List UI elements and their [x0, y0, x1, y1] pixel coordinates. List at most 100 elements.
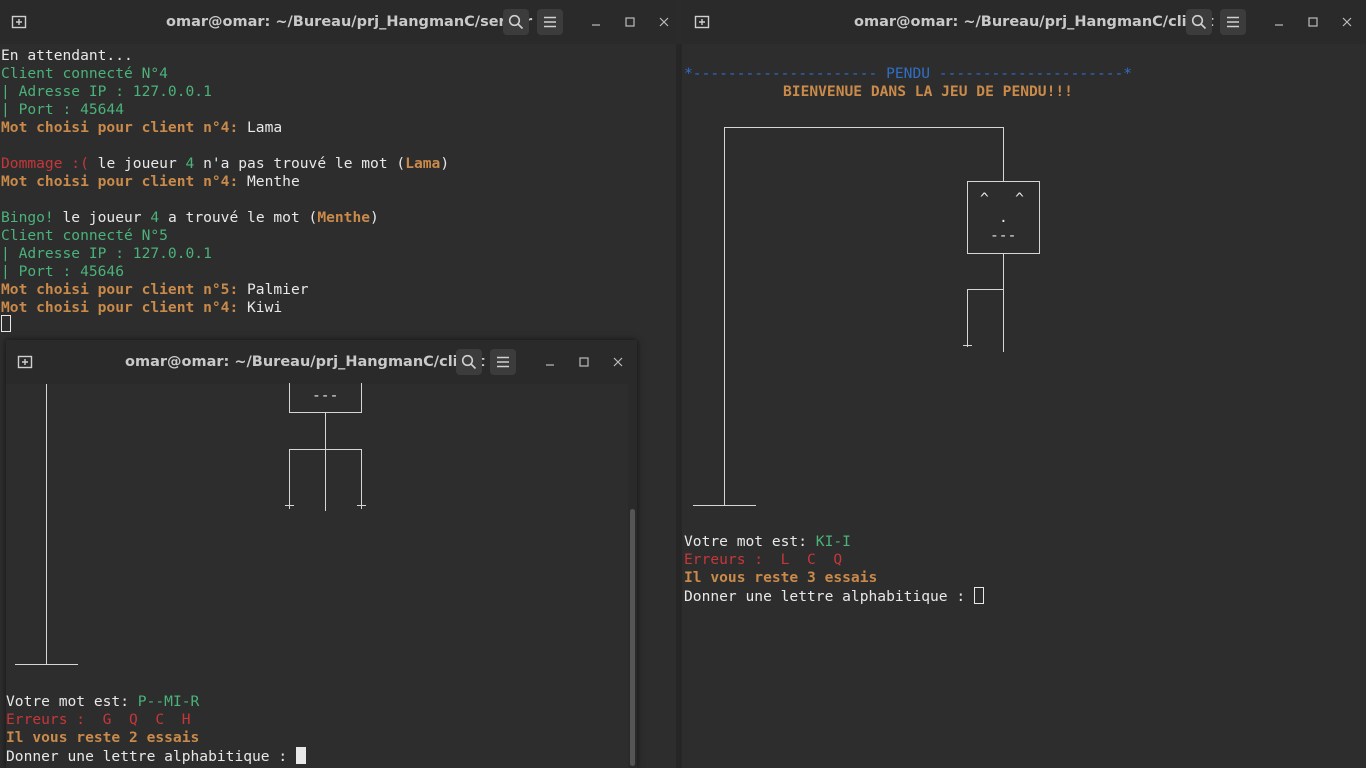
- maximize-button[interactable]: [619, 11, 641, 33]
- menu-button[interactable]: [1220, 9, 1246, 35]
- maximize-icon: [625, 17, 635, 27]
- errors-label: Erreurs :: [6, 711, 94, 728]
- minimize-icon: [592, 24, 600, 26]
- hangman-eyes: ^ ^: [980, 190, 1024, 207]
- search-button[interactable]: [503, 9, 529, 35]
- prompt-text: Donner une lettre alphabitique :: [684, 588, 974, 605]
- client-terminal-output[interactable]: --- Votre mot est: P--MI-R Erreurs : G Q…: [6, 383, 637, 768]
- close-button[interactable]: [607, 351, 629, 373]
- chosen-word-label: Mot choisi pour client n°5:: [1, 281, 239, 298]
- new-tab-button[interactable]: [12, 349, 38, 375]
- menu-button[interactable]: [490, 349, 516, 375]
- prompt-text: Donner une lettre alphabitique :: [6, 748, 296, 765]
- output-line: Mot choisi pour client n°5: Palmier: [1, 281, 309, 299]
- output-line: | Port : 45644: [1, 101, 125, 118]
- gallows-rope: [1003, 127, 1004, 181]
- gallows-pole: [46, 384, 47, 664]
- menu-icon: [1227, 16, 1239, 28]
- letter-prompt[interactable]: Donner une lettre alphabitique :: [6, 747, 306, 766]
- hangman-hand: [963, 345, 972, 346]
- success-label: Bingo!: [1, 209, 54, 226]
- client-terminal-window-right: omar@omar: ~/Bureau/prj_HangmanC/client …: [682, 0, 1366, 768]
- input-cursor: [973, 587, 984, 604]
- hangman-left-arm: [289, 449, 290, 509]
- menu-button[interactable]: [537, 9, 563, 35]
- maximize-button[interactable]: [573, 351, 595, 373]
- minimize-icon: [1275, 24, 1283, 26]
- error-letters: L C Q: [771, 551, 843, 568]
- close-icon: [1342, 17, 1352, 27]
- search-icon: [1191, 14, 1207, 30]
- scrollbar-track[interactable]: [628, 384, 637, 768]
- hangman-arm-top: [967, 289, 1004, 290]
- error-letters: G Q C H: [93, 711, 191, 728]
- close-button[interactable]: [653, 11, 675, 33]
- welcome-message: BIENVENUE DANS LA JEU DE PENDU!!!: [783, 83, 1073, 100]
- menu-icon: [497, 356, 509, 368]
- chosen-word: Lama: [238, 119, 283, 136]
- window-title: omar@omar: ~/Bureau/prj_HangmanC/client: [125, 354, 485, 370]
- new-tab-button[interactable]: [689, 9, 715, 35]
- search-button[interactable]: [456, 349, 482, 375]
- hangman-arm: [967, 289, 968, 347]
- close-icon: [659, 17, 669, 27]
- hangman-right-hand: [357, 505, 366, 506]
- search-icon: [508, 14, 524, 30]
- server-titlebar: omar@omar: ~/Bureau/prj_HangmanC/server: [0, 0, 676, 44]
- scrollbar-thumb[interactable]: [630, 509, 635, 766]
- maximize-button[interactable]: [1302, 11, 1324, 33]
- hangman-nose: .: [999, 209, 1008, 226]
- minimize-button[interactable]: [585, 11, 607, 33]
- chosen-word: Kiwi: [238, 299, 283, 316]
- output-line: Mot choisi pour client n°4: Kiwi: [1, 299, 282, 317]
- gallows-base: [15, 664, 78, 665]
- gallows-pole: [724, 127, 725, 506]
- client-titlebar: omar@omar: ~/Bureau/prj_HangmanC/client: [6, 340, 637, 384]
- search-icon: [461, 354, 477, 370]
- gallows-beam: [724, 127, 1004, 128]
- errors-label: Erreurs :: [684, 551, 772, 568]
- output-line: Bingo! le joueur 4 a trouvé le mot (Ment…: [1, 209, 379, 227]
- close-button[interactable]: [1336, 11, 1358, 33]
- hangman-body: [1003, 254, 1004, 352]
- minimize-button[interactable]: [539, 351, 561, 373]
- new-tab-icon: [694, 15, 710, 29]
- new-tab-icon: [17, 355, 33, 369]
- menu-icon: [544, 16, 556, 28]
- remaining-tries: Il vous reste 2 essais: [6, 729, 200, 746]
- new-tab-button[interactable]: [6, 9, 32, 35]
- client-terminal-output[interactable]: *--------------------- PENDU -----------…: [682, 44, 1366, 768]
- hangman-mouth: ---: [312, 387, 339, 404]
- masked-word: P--MI-R: [129, 693, 200, 710]
- hangman-left-hand: [285, 505, 294, 506]
- word-label: Votre mot est:: [6, 693, 130, 710]
- client-titlebar: omar@omar: ~/Bureau/prj_HangmanC/client: [682, 0, 1366, 44]
- word: Lama: [405, 155, 441, 172]
- new-tab-icon: [11, 15, 27, 29]
- input-cursor: [295, 747, 306, 764]
- output-line: Dommage :( le joueur 4 n'a pas trouvé le…: [1, 155, 449, 173]
- hangman-arm-top: [289, 449, 362, 450]
- text: ): [440, 155, 450, 172]
- chosen-word-label: Mot choisi pour client n°4:: [1, 119, 239, 136]
- output-line: | Adresse IP : 127.0.0.1: [1, 83, 212, 100]
- word-line: Votre mot est: KI-I: [684, 533, 851, 551]
- text: le joueur: [88, 155, 186, 172]
- maximize-icon: [579, 357, 589, 367]
- maximize-icon: [1308, 17, 1318, 27]
- hangman-mouth: ---: [990, 227, 1017, 244]
- pendu-banner: *--------------------- PENDU -----------…: [684, 65, 1133, 82]
- gallows-base: [693, 505, 756, 506]
- text: a trouvé le mot (: [159, 209, 318, 226]
- errors-line: Erreurs : L C Q: [684, 551, 842, 569]
- minimize-button[interactable]: [1268, 11, 1290, 33]
- window-title: omar@omar: ~/Bureau/prj_HangmanC/server: [166, 14, 533, 30]
- player-number: 4: [150, 209, 160, 226]
- search-button[interactable]: [1186, 9, 1212, 35]
- output-line: | Adresse IP : 127.0.0.1: [1, 245, 212, 262]
- output-line: En attendant...: [1, 47, 133, 64]
- letter-prompt[interactable]: Donner une lettre alphabitique :: [684, 587, 984, 606]
- output-line: Mot choisi pour client n°4: Lama: [1, 119, 282, 137]
- chosen-word: Menthe: [238, 173, 300, 190]
- chosen-word-label: Mot choisi pour client n°4:: [1, 173, 239, 190]
